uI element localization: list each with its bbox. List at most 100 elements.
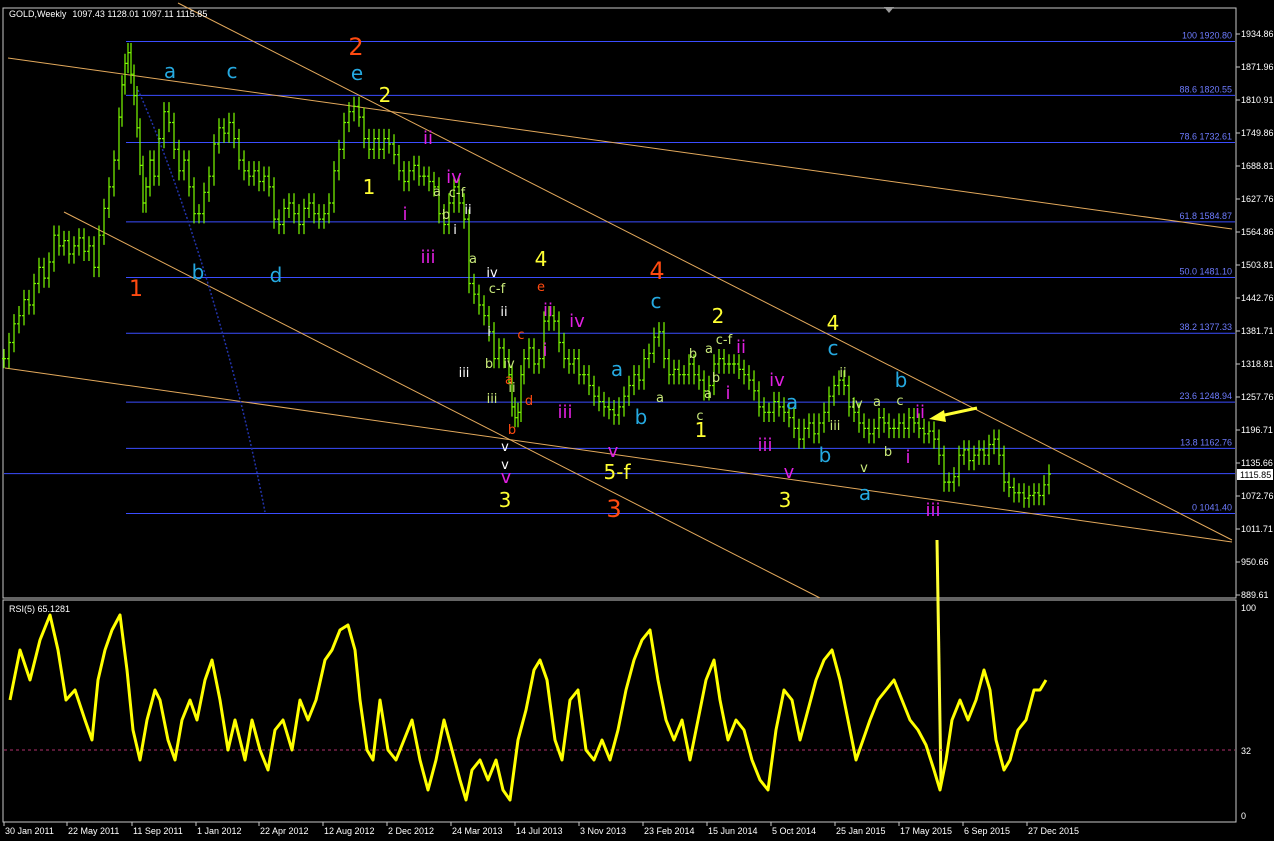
- time-tick-label: 27 Dec 2015: [1028, 826, 1079, 836]
- wave-label: iv: [769, 370, 785, 391]
- wave-label: a: [705, 342, 713, 357]
- wave-label: iii: [420, 247, 435, 268]
- wave-label: ii: [500, 305, 507, 320]
- wave-label: 3: [499, 488, 512, 512]
- rsi-header: RSI(5) 65.1281: [9, 604, 70, 614]
- wave-label: c: [828, 336, 839, 360]
- wave-label: a: [164, 59, 176, 83]
- chart-window: 100 1920.80 88.6 1820.55 78.6 1732.61 61.8 …: [2, 2, 1274, 836]
- wave-label: a: [656, 391, 664, 406]
- wave-label: b: [712, 371, 720, 386]
- wave-label: b: [508, 423, 516, 438]
- wave-label: ii: [543, 300, 553, 321]
- wave-label: 4: [827, 311, 840, 335]
- wave-label: b: [689, 347, 697, 362]
- time-tick-label: 22 Apr 2012: [260, 826, 309, 836]
- wave-label: iv: [851, 397, 863, 412]
- rsi-tick-label: 100: [1241, 603, 1256, 613]
- price-tick-label: 1257.76: [1241, 392, 1274, 402]
- price-tick-label: 1318.81: [1241, 359, 1274, 369]
- wave-label: e: [537, 280, 545, 295]
- wave-label: 3: [606, 495, 621, 523]
- wave-label: a: [611, 357, 623, 381]
- price-tick-label: 1381.71: [1241, 326, 1274, 336]
- wave-label: c: [651, 289, 662, 313]
- fib-label: 100 1920.80: [1182, 31, 1232, 41]
- wave-label: iii: [830, 419, 841, 434]
- wave-label: iii: [757, 435, 772, 456]
- wave-label: 2: [712, 304, 725, 328]
- wave-label: ii: [839, 366, 846, 381]
- price-tick-label: 1011.71: [1241, 524, 1273, 534]
- fib-label: 78.6 1732.61: [1179, 132, 1232, 142]
- wave-label: a: [786, 390, 798, 414]
- time-tick-label: 30 Jan 2011: [5, 826, 54, 836]
- wave-label: 2: [348, 33, 363, 61]
- wave-label: 1: [363, 175, 376, 199]
- wave-label: i: [542, 340, 547, 361]
- fib-label: 50.0 1481.10: [1179, 267, 1232, 277]
- wave-label: 5-f: [604, 460, 632, 484]
- wave-label: d: [270, 263, 283, 287]
- wave-label: b: [884, 445, 892, 460]
- wave-label: iii: [925, 500, 940, 521]
- wave-label: b: [442, 208, 450, 223]
- wave-label: ii: [736, 337, 746, 358]
- wave-label: i: [453, 223, 457, 238]
- wave-label: c-f: [489, 282, 506, 297]
- wave-label: iv: [503, 357, 515, 372]
- wave-label: a: [704, 387, 712, 402]
- wave-label: a: [469, 252, 477, 267]
- price-tick-label: 1072.76: [1241, 491, 1274, 501]
- time-tick-label: 6 Sep 2015: [964, 826, 1010, 836]
- price-tick-label: 950.66: [1241, 557, 1269, 567]
- wave-label: c: [696, 409, 703, 424]
- wave-label: b: [819, 443, 832, 467]
- wave-label: ii: [464, 203, 471, 218]
- current-price-marker: 1115.85: [1237, 469, 1273, 480]
- wave-label: iv: [569, 311, 585, 332]
- wave-label: iv: [446, 167, 462, 188]
- wave-label: b: [635, 405, 648, 429]
- wave-label: v: [860, 461, 868, 476]
- price-tick-label: 889.61: [1241, 590, 1269, 600]
- wave-label: 2: [379, 83, 392, 107]
- time-tick-label: 11 Sep 2011: [133, 826, 183, 836]
- fib-label: 88.6 1820.55: [1179, 84, 1232, 94]
- fib-label: 0 1041.40: [1192, 503, 1232, 513]
- wave-label: iii: [487, 392, 498, 407]
- wave-label: v: [501, 440, 509, 455]
- fib-label: 13.8 1162.76: [1180, 437, 1232, 447]
- current-price-label: 1115.85: [1240, 470, 1271, 480]
- time-tick-label: 24 Mar 2013: [452, 826, 503, 836]
- time-tick-label: 15 Jun 2014: [708, 826, 758, 836]
- wave-label: 1: [129, 277, 143, 302]
- time-tick-label: 14 Jul 2013: [516, 826, 563, 836]
- wave-label: c: [227, 59, 238, 83]
- time-tick-label: 23 Feb 2014: [644, 826, 695, 836]
- wave-label: b: [192, 260, 205, 284]
- wave-label: iii: [459, 366, 470, 381]
- price-tick-label: 1627.76: [1241, 194, 1274, 204]
- symbol-header: GOLD,Weekly 1097.43 1128.01 1097.11 1115.…: [9, 9, 207, 19]
- fib-label: 61.8 1584.87: [1179, 211, 1232, 221]
- price-tick-label: 1749.86: [1241, 128, 1274, 138]
- price-tick-label: 1871.96: [1241, 62, 1274, 72]
- wave-label: 4: [649, 257, 664, 285]
- wave-label: c-f: [716, 333, 733, 348]
- rsi-axis: 100 32 0: [1241, 603, 1256, 821]
- rsi-tick-label: 0: [1241, 811, 1246, 821]
- wave-label: i: [725, 383, 730, 404]
- wave-label: v: [784, 462, 795, 483]
- wave-label: ii: [915, 402, 925, 423]
- time-tick-label: 2 Dec 2012: [388, 826, 434, 836]
- fib-label: 38.2 1377.33: [1179, 322, 1232, 332]
- wave-label: b: [485, 357, 493, 372]
- price-axis: 1934.86 1871.96 1810.91 1749.86 1688.81 1627.…: [1236, 29, 1274, 600]
- price-tick-label: 1688.81: [1241, 161, 1274, 171]
- time-axis: 30 Jan 2011 22 May 2011 11 Sep 2011 1 Jan 2…: [3, 822, 1079, 836]
- wave-label: b: [895, 368, 908, 392]
- price-tick-label: 1135.66: [1241, 458, 1273, 468]
- price-tick-label: 1934.86: [1241, 29, 1274, 39]
- fib-label: 23.6 1248.94: [1179, 391, 1232, 401]
